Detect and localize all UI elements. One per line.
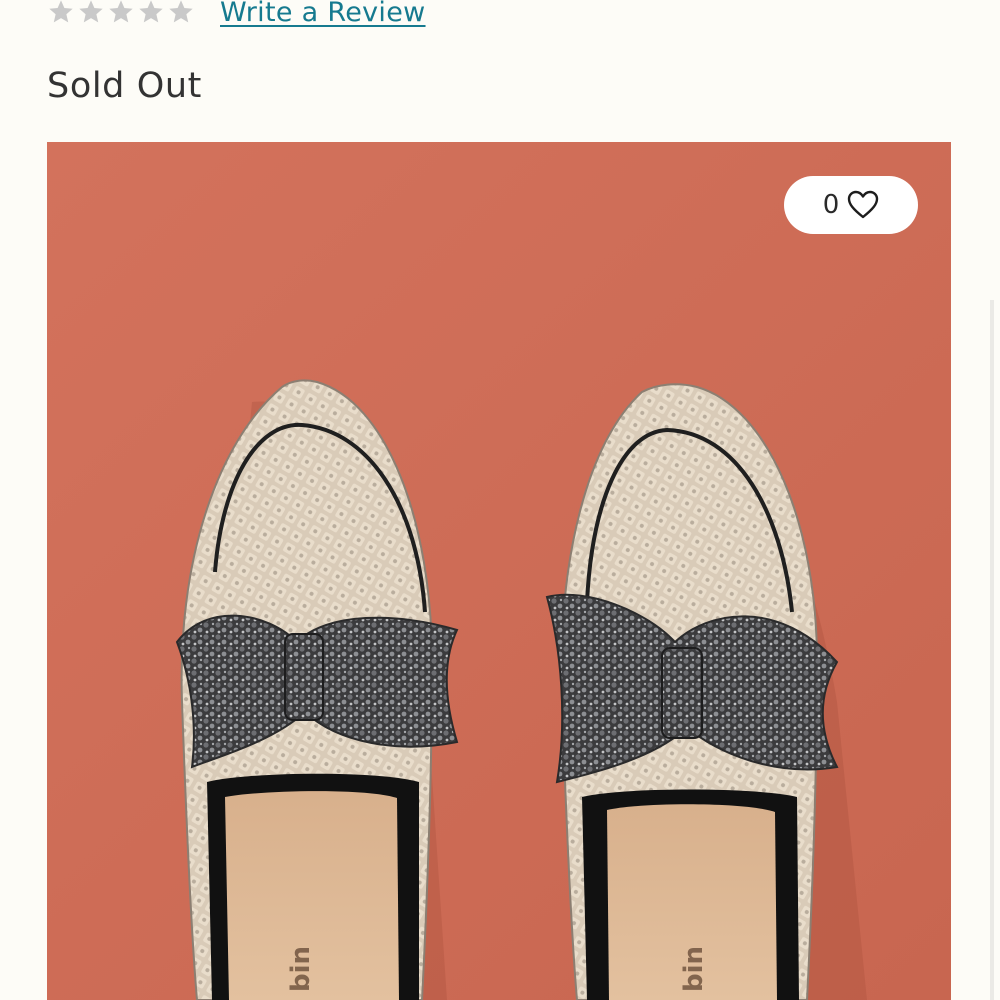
rating-row: Write a Review (47, 0, 426, 34)
product-page: Write a Review Sold Out bin bin 0 (0, 0, 1000, 1000)
star-rating[interactable] (47, 0, 195, 26)
scrollbar-track[interactable] (990, 300, 994, 1000)
star-icon[interactable] (107, 0, 135, 26)
like-button[interactable]: 0 (784, 176, 918, 234)
svg-text:bin: bin (286, 946, 316, 992)
star-icon[interactable] (167, 0, 195, 26)
write-review-link[interactable]: Write a Review (220, 0, 426, 28)
svg-text:bin: bin (679, 946, 709, 992)
like-count: 0 (822, 190, 840, 220)
star-icon[interactable] (77, 0, 105, 26)
product-photo: bin bin (47, 142, 951, 1000)
star-icon[interactable] (137, 0, 165, 26)
heart-outline-icon[interactable] (847, 190, 879, 220)
product-image[interactable]: bin bin 0 (47, 142, 951, 1000)
availability-status: Sold Out (47, 66, 202, 106)
star-icon[interactable] (47, 0, 75, 26)
